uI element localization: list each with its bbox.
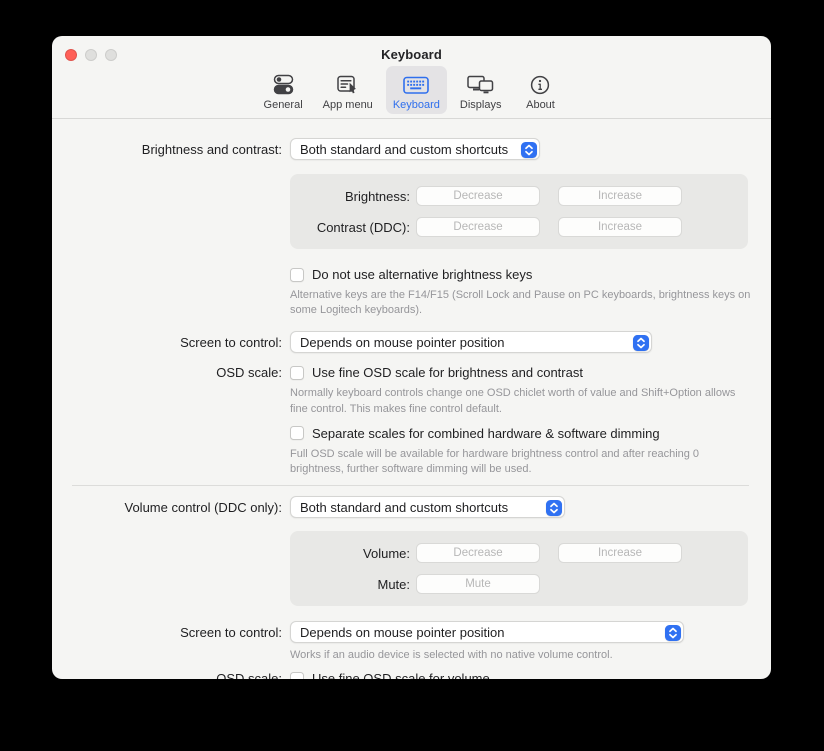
toolbar: General App menu — [52, 64, 771, 119]
chevron-updown-icon — [665, 625, 681, 641]
fine-osd-brightness-help: Normally keyboard controls change one OS… — [290, 386, 752, 416]
chevron-updown-icon — [633, 335, 649, 351]
brightness-shortcuts-dropdown[interactable]: Both standard and custom shortcuts — [290, 138, 540, 160]
volume-increase-button[interactable]: Increase — [558, 543, 682, 563]
volume-shortcuts-row: Volume control (DDC only): Both standard… — [52, 496, 771, 518]
volume-decrease-button[interactable]: Decrease — [416, 543, 540, 563]
brightness-screen-row: Screen to control: Depends on mouse poin… — [52, 331, 771, 353]
volume-screen-label: Screen to control: — [52, 625, 282, 640]
section-divider — [72, 485, 749, 486]
toggles-icon — [271, 72, 296, 97]
tab-general-label: General — [264, 99, 303, 111]
brightness-shortcuts-row: Brightness and contrast: Both standard a… — [52, 138, 771, 160]
alt-brightness-keys-row: Do not use alternative brightness keys — [290, 267, 771, 282]
volume-screen-value: Depends on mouse pointer position — [300, 625, 505, 640]
brightness-screen-label: Screen to control: — [52, 335, 282, 350]
minimize-button — [85, 49, 97, 61]
brightness-osd-label: OSD scale: — [52, 365, 282, 380]
tab-app-menu[interactable]: App menu — [316, 66, 380, 114]
displays-icon — [466, 72, 495, 97]
tab-about-label: About — [526, 99, 555, 111]
volume-osd-row: OSD scale: Use fine OSD scale for volume — [52, 671, 771, 679]
brightness-shortcuts-value: Both standard and custom shortcuts — [300, 142, 508, 157]
fine-osd-volume-checkbox[interactable] — [290, 672, 304, 679]
tab-keyboard-label: Keyboard — [393, 99, 440, 111]
tab-about[interactable]: About — [514, 66, 566, 114]
preferences-window: Keyboard General — [52, 36, 771, 679]
mute-key-label: Mute: — [290, 577, 410, 592]
info-icon — [529, 72, 551, 97]
window-controls — [65, 49, 117, 61]
alt-brightness-keys-help: Alternative keys are the F14/F15 (Scroll… — [290, 288, 752, 318]
brightness-key-row: Brightness: Decrease Increase — [290, 186, 748, 206]
volume-shortcuts-dropdown[interactable]: Both standard and custom shortcuts — [290, 496, 565, 518]
brightness-osd-row: OSD scale: Use fine OSD scale for bright… — [52, 365, 771, 380]
brightness-increase-button[interactable]: Increase — [558, 186, 682, 206]
brightness-shortcut-group: Brightness: Decrease Increase Contrast (… — [290, 174, 748, 249]
volume-shortcut-group: Volume: Decrease Increase Mute: Mute — [290, 531, 748, 606]
volume-key-row: Volume: Decrease Increase — [290, 543, 748, 563]
separate-scales-label: Separate scales for combined hardware & … — [312, 426, 660, 441]
tab-displays[interactable]: Displays — [453, 66, 509, 114]
mute-button[interactable]: Mute — [416, 574, 540, 594]
keyboard-icon — [402, 72, 430, 97]
menu-pointer-icon — [336, 72, 359, 97]
separate-scales-help: Full OSD scale will be available for har… — [290, 447, 752, 477]
fine-osd-brightness-checkbox[interactable] — [290, 366, 304, 380]
fine-osd-brightness-label: Use fine OSD scale for brightness and co… — [312, 365, 583, 380]
volume-shortcuts-value: Both standard and custom shortcuts — [300, 500, 508, 515]
tab-displays-label: Displays — [460, 99, 502, 111]
contrast-key-row: Contrast (DDC): Decrease Increase — [290, 217, 748, 237]
contrast-decrease-button[interactable]: Decrease — [416, 217, 540, 237]
brightness-key-label: Brightness: — [290, 189, 410, 204]
chevron-updown-icon — [521, 142, 537, 158]
mute-key-row: Mute: Mute — [290, 574, 748, 594]
tab-keyboard[interactable]: Keyboard — [386, 66, 447, 114]
window-title: Keyboard — [381, 47, 442, 62]
zoom-button — [105, 49, 117, 61]
alt-brightness-keys-checkbox[interactable] — [290, 268, 304, 282]
alt-brightness-keys-label: Do not use alternative brightness keys — [312, 267, 532, 282]
volume-screen-dropdown[interactable]: Depends on mouse pointer position — [290, 621, 684, 643]
keyboard-pane: Brightness and contrast: Both standard a… — [52, 119, 771, 679]
volume-shortcuts-label: Volume control (DDC only): — [52, 500, 282, 515]
volume-screen-row: Screen to control: Depends on mouse poin… — [52, 621, 771, 643]
brightness-shortcuts-label: Brightness and contrast: — [52, 142, 282, 157]
chevron-updown-icon — [546, 500, 562, 516]
separate-scales-row: Separate scales for combined hardware & … — [290, 426, 771, 441]
close-button[interactable] — [65, 49, 77, 61]
volume-screen-help: Works if an audio device is selected wit… — [290, 648, 752, 663]
tab-app-menu-label: App menu — [323, 99, 373, 111]
volume-key-label: Volume: — [290, 546, 410, 561]
tab-general[interactable]: General — [257, 66, 310, 114]
contrast-key-label: Contrast (DDC): — [290, 220, 410, 235]
brightness-screen-value: Depends on mouse pointer position — [300, 335, 505, 350]
brightness-screen-dropdown[interactable]: Depends on mouse pointer position — [290, 331, 652, 353]
brightness-decrease-button[interactable]: Decrease — [416, 186, 540, 206]
fine-osd-volume-label: Use fine OSD scale for volume — [312, 671, 490, 679]
volume-osd-label: OSD scale: — [52, 671, 282, 679]
titlebar: Keyboard — [52, 36, 771, 64]
separate-scales-checkbox[interactable] — [290, 426, 304, 440]
contrast-increase-button[interactable]: Increase — [558, 217, 682, 237]
